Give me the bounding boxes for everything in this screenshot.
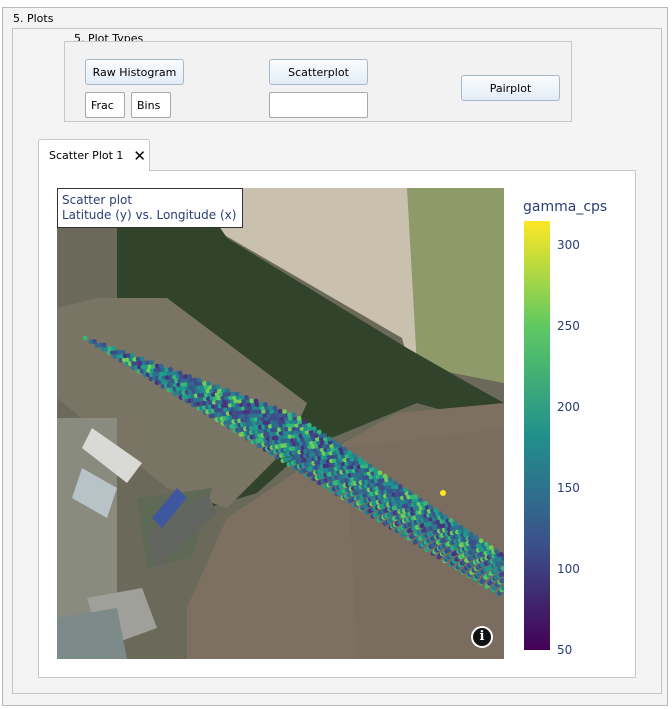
- satellite-map-background: [57, 188, 504, 659]
- frac-input[interactable]: Frac: [85, 92, 125, 118]
- bins-input[interactable]: Bins: [131, 92, 171, 118]
- plot-title: Scatter plot: [62, 193, 133, 207]
- plot-subtitle: Latitude (y) vs. Longitude (x): [62, 208, 237, 222]
- colorbar-tick-label: 150: [557, 481, 580, 496]
- colorbar-tick-label: 100: [557, 562, 580, 577]
- tab-scatter-plot-1[interactable]: Scatter Plot 1 ✕: [38, 139, 150, 171]
- scatter-plot-area[interactable]: [57, 188, 504, 659]
- section-title: 5. Plots: [13, 12, 54, 25]
- pairplot-button[interactable]: Pairplot: [461, 75, 560, 101]
- colorbar-tick-label: 50: [557, 643, 573, 657]
- tab-label: Scatter Plot 1: [49, 149, 124, 162]
- raw-histogram-button[interactable]: Raw Histogram: [85, 59, 184, 85]
- info-icon[interactable]: i: [471, 626, 493, 648]
- plot-title-box: Scatter plot Latitude (y) vs. Longitude …: [57, 188, 243, 228]
- colorbar: [524, 221, 550, 650]
- scatterplot-input[interactable]: [269, 92, 368, 118]
- colorbar-tick-label: 300: [557, 238, 580, 253]
- colorbar-tick-label: 250: [557, 319, 580, 334]
- scatterplot-button[interactable]: Scatterplot: [269, 59, 368, 85]
- colorbar-tick-label: 200: [557, 400, 580, 415]
- colorbar-title: gamma_cps: [523, 199, 608, 215]
- close-icon[interactable]: ✕: [133, 148, 146, 163]
